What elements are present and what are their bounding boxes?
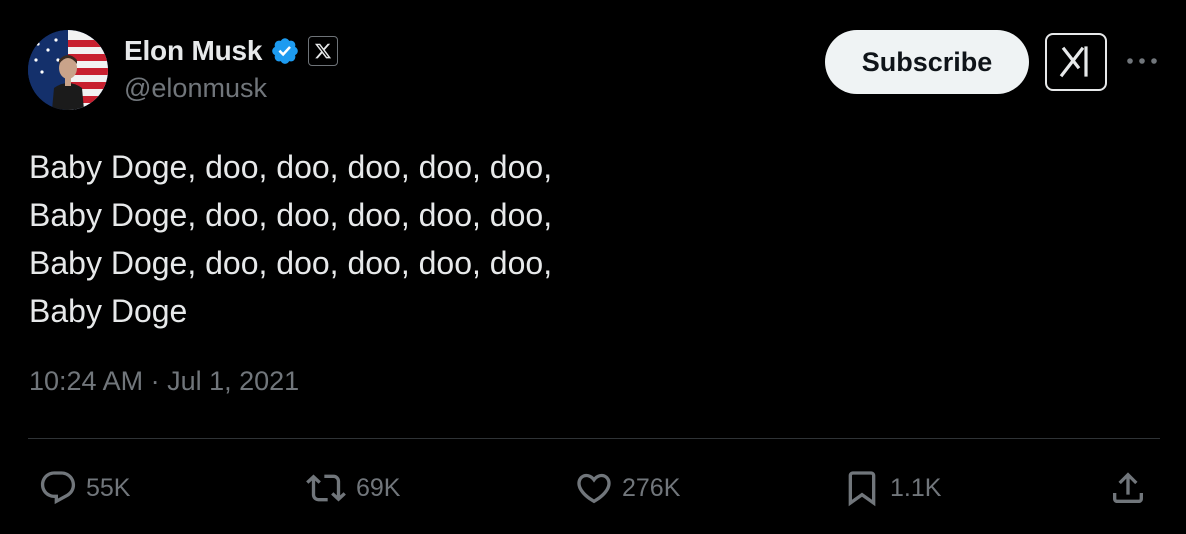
bookmark-count: 1.1K [890,473,942,502]
like-count: 276K [622,473,681,502]
more-options-button[interactable] [1125,44,1159,78]
author-handle[interactable]: @elonmusk [124,73,267,104]
reply-count: 55K [86,473,131,502]
tweet-text: Baby Doge, doo, doo, doo, doo, doo, Baby… [29,149,553,329]
x-logo-icon[interactable] [308,36,339,66]
verified-badge-icon[interactable] [270,36,300,66]
author-name-row: Elon Musk [124,32,339,70]
heart-icon [577,473,611,504]
subscribe-button[interactable]: Subscribe [825,30,1029,94]
avatar[interactable] [28,30,108,110]
share-button[interactable] [1108,466,1148,510]
divider [28,438,1160,439]
bookmark-button[interactable]: 1.1K [842,466,941,510]
author-display-name[interactable]: Elon Musk [124,35,262,67]
bookmark-icon [848,471,876,507]
share-icon [1113,472,1143,503]
repost-button[interactable]: 69K [304,466,400,510]
reply-icon [40,471,76,505]
grok-button[interactable] [1045,33,1107,91]
like-button[interactable]: 276K [574,466,680,510]
more-dots-icon [1127,58,1157,64]
repost-icon [306,474,346,502]
avatar-image [28,30,108,110]
tweet-timestamp[interactable]: 10:24 AM · Jul 1, 2021 [29,366,299,397]
repost-count: 69K [356,473,401,502]
reply-button[interactable]: 55K [38,466,130,510]
grok-icon [1059,46,1088,78]
